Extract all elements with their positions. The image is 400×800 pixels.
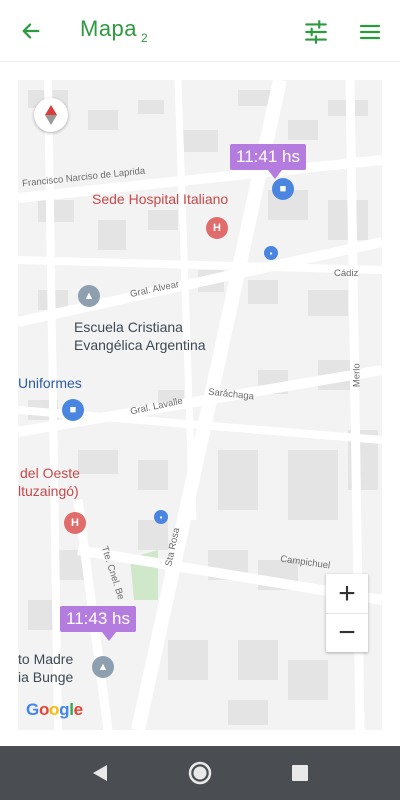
nav-back-icon — [93, 765, 107, 781]
menu-button[interactable] — [354, 16, 386, 48]
zoom-controls: + − — [326, 574, 368, 652]
hospital-pin-icon[interactable]: H — [206, 217, 228, 239]
google-logo: Google — [26, 700, 83, 719]
nav-home-icon — [188, 761, 212, 785]
map-view[interactable]: Francisco Narciso de Laprida Gral. Alvea… — [18, 80, 382, 730]
page-title-text: Mapa — [80, 16, 138, 41]
filter-button[interactable] — [300, 16, 332, 48]
place-label-madre-line1: to Madre — [18, 651, 74, 667]
back-button[interactable] — [16, 16, 46, 46]
bus-stop-icon-2[interactable]: ▪ — [154, 510, 168, 524]
arrival-time-badge[interactable]: 11:41 hs — [230, 144, 306, 179]
compass-button[interactable] — [34, 98, 68, 132]
hospital-pin-icon-2[interactable]: H — [64, 512, 86, 534]
shopping-bag-pin-icon[interactable]: ■ — [62, 399, 84, 421]
place-label-hospital-italiano: Sede Hospital Italiano — [92, 191, 229, 207]
hamburger-menu-icon — [359, 24, 381, 40]
sliders-icon — [305, 20, 327, 44]
system-nav-bar — [0, 746, 400, 800]
place-label-madre-line2: ia Bunge — [18, 669, 74, 685]
arrow-left-icon — [22, 23, 40, 39]
app-bar: Mapa 2 — [0, 0, 400, 62]
shopping-bag-pin-icon-2[interactable]: ■ — [272, 178, 294, 200]
nav-recents-button[interactable] — [286, 759, 314, 787]
school-pin-icon-2[interactable]: ▲ — [92, 656, 114, 678]
page-title-subscript: 2 — [141, 31, 149, 45]
street-label-merlo: Merlo — [351, 363, 363, 388]
place-label-escuela-line2: Evangélica Argentina — [74, 337, 206, 353]
nav-home-button[interactable] — [186, 759, 214, 787]
nav-recents-icon — [292, 765, 308, 781]
place-label-del-oeste-line2: ltuzaingó) — [18, 483, 79, 499]
nav-back-button[interactable] — [86, 759, 114, 787]
place-label-uniformes: Uniformes — [18, 375, 82, 391]
zoom-in-button[interactable]: + — [326, 574, 368, 613]
page-title: Mapa 2 — [80, 16, 148, 45]
street-label-cadiz: Cádiz — [334, 268, 359, 279]
compass-icon — [45, 105, 57, 125]
school-pin-icon[interactable]: ▲ — [78, 285, 100, 307]
place-label-escuela-line1: Escuela Cristiana — [74, 319, 183, 335]
bus-stop-icon[interactable]: ▪ — [264, 246, 278, 260]
arrival-time-badge-2[interactable]: 11:43 hs — [60, 606, 136, 641]
place-label-del-oeste-line1: del Oeste — [20, 465, 80, 481]
zoom-out-button[interactable]: − — [326, 613, 368, 652]
